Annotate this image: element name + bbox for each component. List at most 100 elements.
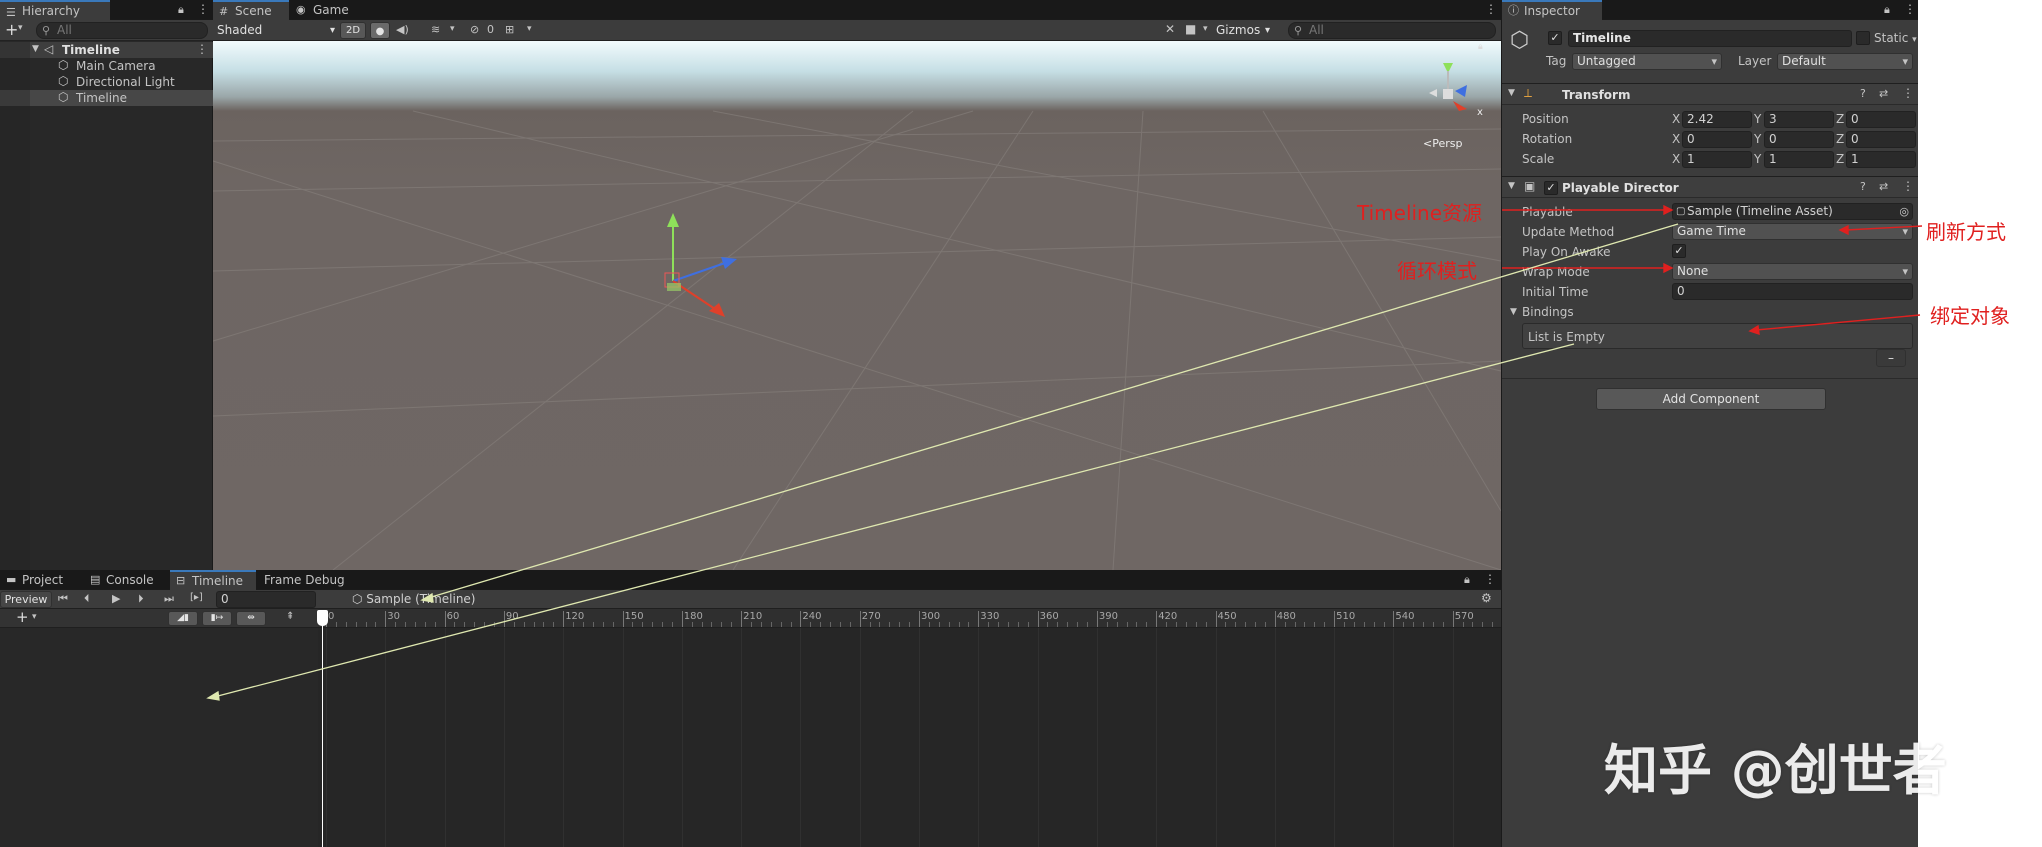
scene-search-input[interactable]: ⚲ All <box>1288 22 1496 39</box>
chevron-down-icon[interactable]: ▾ <box>527 24 532 34</box>
playhead-line[interactable] <box>322 610 323 847</box>
chevron-down-icon[interactable]: ▾ <box>450 24 455 34</box>
static-dropdown[interactable]: Static ▾ <box>1874 31 1917 45</box>
orientation-gizmo[interactable] <box>1415 61 1485 131</box>
hierarchy-scene-row[interactable]: ▼ ◁ Timeline ⋮ <box>0 42 213 58</box>
foldout-arrow-icon[interactable]: ▼ <box>1508 88 1515 98</box>
tab-project[interactable]: ▬ Project <box>0 570 80 590</box>
toggle-2d-button[interactable]: 2D <box>340 22 366 39</box>
transform-z-field[interactable]: 0 <box>1846 131 1916 148</box>
active-checkbox[interactable]: ✓ <box>1548 31 1562 45</box>
camera-icon[interactable]: ■ <box>1185 22 1196 36</box>
lock-icon[interactable]: 🔒︎ <box>1464 573 1470 587</box>
foldout-arrow-icon[interactable]: ▼ <box>1508 181 1515 191</box>
hierarchy-item-selected[interactable]: ⬡ Timeline <box>0 90 213 106</box>
transform-y-field[interactable]: 0 <box>1764 131 1834 148</box>
shading-mode-dropdown[interactable]: Shaded ▾ <box>217 22 339 39</box>
gizmo-plane[interactable] <box>667 283 681 291</box>
hierarchy-item[interactable]: ⬡ Main Camera <box>0 58 213 74</box>
play-icon[interactable]: ▶ <box>112 592 120 605</box>
transform-x-field[interactable]: 0 <box>1682 131 1752 148</box>
expand-arrow-icon[interactable]: ▼ <box>32 44 39 54</box>
playable-director-header[interactable]: ▼ ▣ ✓ Playable Director ? ⇄ ⋮ <box>1502 176 1919 198</box>
more-menu-icon[interactable]: ⋮ <box>1484 572 1496 586</box>
transform-z-field[interactable]: 1 <box>1846 151 1916 168</box>
gizmo-y-arrow[interactable] <box>667 213 679 227</box>
track-area[interactable] <box>318 628 1501 847</box>
wrap-mode-dropdown[interactable]: None <box>1672 263 1913 280</box>
audio-icon[interactable]: ◀) <box>396 23 409 36</box>
gizmo-z-axis[interactable] <box>672 262 726 282</box>
update-method-dropdown[interactable]: Game Time <box>1672 223 1913 240</box>
chevron-down-icon[interactable]: ▾ <box>1203 24 1208 34</box>
tab-hierarchy[interactable]: ☰ Hierarchy <box>0 0 110 20</box>
track-list[interactable] <box>0 628 318 847</box>
next-frame-icon[interactable]: ⏵ <box>138 592 144 606</box>
transform-y-field[interactable]: 1 <box>1764 151 1834 168</box>
chevron-down-icon[interactable]: ▾ <box>32 612 37 622</box>
persp-label-group[interactable]: <Persp <box>1423 137 1462 150</box>
hierarchy-search-input[interactable]: ⚲ All <box>36 22 208 39</box>
timeline-ruler[interactable]: 0 30 60 90 120 150 180 210 240 270 300 330 360 390 420… <box>318 609 1504 628</box>
gizmo-x-cone[interactable] <box>1453 101 1467 111</box>
gear-icon[interactable]: ⚙ <box>1481 591 1492 605</box>
lighting-toggle-button[interactable]: ● <box>370 22 390 39</box>
hidden-objects-icon[interactable]: ⊘ <box>470 23 479 36</box>
transform-x-field[interactable]: 2.42 <box>1682 111 1752 128</box>
tag-dropdown[interactable]: Untagged <box>1572 53 1722 70</box>
play-on-awake-checkbox[interactable]: ✓ <box>1672 244 1686 258</box>
remove-binding-button[interactable]: – <box>1876 349 1906 367</box>
preset-icon[interactable]: ⇄ <box>1879 180 1888 193</box>
transform-z-field[interactable]: 0 <box>1846 111 1916 128</box>
preview-button[interactable]: Preview <box>0 591 52 608</box>
chevron-down-icon[interactable]: ▾ <box>18 23 23 33</box>
transform-y-field[interactable]: 3 <box>1764 111 1834 128</box>
initial-time-field[interactable]: 0 <box>1672 283 1913 300</box>
goto-start-icon[interactable]: ⏮ <box>58 592 68 606</box>
clip-edit-ripple-button[interactable]: ◢▮ <box>168 611 198 626</box>
tab-scene[interactable]: # Scene <box>213 0 289 20</box>
tab-frame-debug[interactable]: Frame Debug <box>258 570 358 590</box>
tab-game[interactable]: ◉ Game <box>291 0 363 20</box>
prev-frame-icon[interactable]: ⏴ <box>84 592 90 606</box>
tab-console[interactable]: ▤ Console <box>84 570 168 590</box>
clip-edit-mix-button[interactable]: ⇹ <box>236 611 266 626</box>
add-component-button[interactable]: Add Component <box>1596 388 1826 410</box>
playhead-handle[interactable] <box>317 610 328 626</box>
more-menu-icon[interactable]: ⋮ <box>1904 2 1916 16</box>
static-checkbox[interactable] <box>1856 31 1870 45</box>
help-icon[interactable]: ? <box>1860 180 1866 193</box>
lock-icon[interactable]: 🔒︎ <box>1884 3 1890 17</box>
lock-icon[interactable]: 🔒︎ <box>178 3 184 17</box>
tab-timeline[interactable]: ⊟ Timeline <box>170 570 256 590</box>
more-menu-icon[interactable]: ⋮ <box>197 2 209 16</box>
transform-header[interactable]: ▼ ⟂ Transform ? ⇄ ⋮ <box>1502 83 1919 105</box>
object-name-field[interactable]: Timeline <box>1568 30 1852 47</box>
grid-snap-icon[interactable]: ⊞ <box>505 23 514 36</box>
effects-icon[interactable]: ≋ <box>431 23 440 36</box>
gizmo-z-cone[interactable] <box>1455 85 1467 97</box>
scene-menu-icon[interactable]: ⋮ <box>196 42 208 56</box>
foldout-arrow-icon[interactable]: ▼ <box>1510 307 1517 317</box>
lock-icon[interactable]: 🔒︎ <box>1478 42 1483 52</box>
frame-input[interactable]: 0 <box>216 591 316 608</box>
tools-icon[interactable]: ✕ <box>1165 22 1175 36</box>
move-gizmo[interactable] <box>633 211 773 351</box>
layer-dropdown[interactable]: Default <box>1777 53 1913 70</box>
gizmo-x-arrow[interactable] <box>709 303 725 317</box>
add-track-icon[interactable]: + <box>16 608 29 626</box>
asset-breadcrumb[interactable]: ⬡ Sample (Timeline) <box>352 592 476 606</box>
transform-x-field[interactable]: 1 <box>1682 151 1752 168</box>
add-icon[interactable]: + <box>5 20 18 39</box>
gizmo-z-arrow[interactable] <box>721 257 737 269</box>
play-range-icon[interactable]: [▸] <box>190 592 203 603</box>
object-picker-icon[interactable]: ◎ <box>1899 204 1909 219</box>
gizmos-dropdown[interactable]: Gizmos ▾ <box>1216 22 1272 39</box>
preset-icon[interactable]: ⇄ <box>1879 87 1888 100</box>
tab-inspector[interactable]: ⓘ Inspector <box>1502 0 1602 20</box>
playable-object-field[interactable]: ▢ Sample (Timeline Asset) ◎ <box>1672 203 1913 220</box>
gizmo-cube[interactable] <box>1443 89 1453 99</box>
bindings-list[interactable]: List is Empty <box>1522 323 1913 349</box>
playable-director-enabled-checkbox[interactable]: ✓ <box>1544 181 1558 195</box>
clip-edit-replace-button[interactable]: ▮↦ <box>202 611 232 626</box>
